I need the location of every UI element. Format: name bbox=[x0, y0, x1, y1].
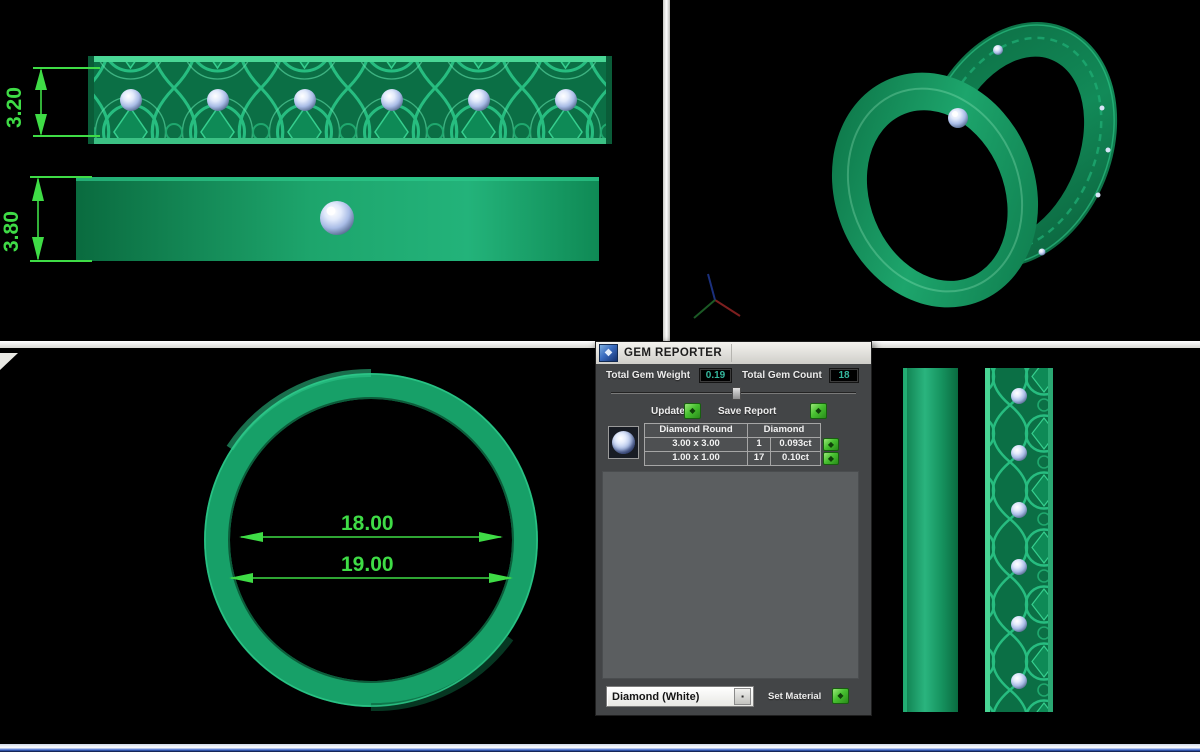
svg-text:3.80: 3.80 bbox=[0, 211, 23, 252]
plain-ring-gem bbox=[948, 108, 968, 128]
gem-thumbnail bbox=[608, 426, 639, 459]
viewport-front-view[interactable]: 3.20 3.80 bbox=[0, 0, 663, 341]
row-action-button[interactable]: ◆ bbox=[823, 438, 839, 451]
svg-text:18.00: 18.00 bbox=[341, 512, 394, 535]
set-material-button[interactable]: ◆ bbox=[832, 688, 849, 704]
plain-band-side bbox=[903, 368, 958, 712]
slider-handle[interactable] bbox=[732, 387, 741, 400]
viewport-divider-vertical[interactable] bbox=[663, 0, 670, 341]
table-row-weight[interactable]: 0.10ct bbox=[770, 451, 821, 466]
total-gem-count-value: 18 bbox=[829, 368, 859, 383]
table-header-gem-type: Diamond Round bbox=[644, 423, 748, 438]
table-header-gem: Diamond bbox=[747, 423, 821, 438]
gem-reporter-dialog: ◆ GEM REPORTER Total Gem Weight 0.19 Tot… bbox=[595, 341, 872, 716]
dialog-titlebar[interactable]: ◆ GEM REPORTER bbox=[596, 342, 871, 364]
table-row-count[interactable]: 17 bbox=[747, 451, 771, 466]
dropdown-arrow-icon[interactable]: ▪ bbox=[734, 688, 751, 705]
total-gem-weight-label: Total Gem Weight bbox=[606, 370, 690, 381]
save-report-button[interactable]: ◆ bbox=[810, 403, 827, 419]
viewport-perspective-view[interactable] bbox=[670, 0, 1200, 341]
gem-sparkle bbox=[327, 207, 336, 216]
svg-text:19.00: 19.00 bbox=[341, 553, 394, 576]
perspective-canvas bbox=[670, 0, 1200, 341]
svg-text:3.20: 3.20 bbox=[3, 87, 26, 128]
table-row-size[interactable]: 3.00 x 3.00 bbox=[644, 437, 748, 452]
material-dropdown[interactable]: Diamond (White) ▪ bbox=[606, 686, 754, 707]
top-view-canvas: 18.00 19.00 bbox=[0, 348, 663, 745]
material-dropdown-value: Diamond (White) bbox=[612, 691, 699, 703]
pattern-band-front bbox=[88, 56, 612, 144]
report-empty-area bbox=[602, 471, 859, 679]
viewport-top-view[interactable]: 18.00 19.00 bbox=[0, 348, 663, 745]
dimension-band-width: 3.20 bbox=[3, 68, 100, 136]
cad-workspace: 3.20 3.80 bbox=[0, 0, 1200, 752]
row-action-button[interactable]: ◆ bbox=[823, 452, 839, 465]
titlebar-separator bbox=[731, 344, 732, 362]
save-report-label: Save Report bbox=[718, 406, 776, 417]
pattern-band-side bbox=[985, 368, 1053, 712]
dialog-title: GEM REPORTER bbox=[624, 347, 722, 359]
update-button[interactable]: ◆ bbox=[684, 403, 701, 419]
corner-mark bbox=[0, 353, 18, 370]
table-row-size[interactable]: 1.00 x 1.00 bbox=[644, 451, 748, 466]
gem-preview-icon bbox=[612, 431, 635, 454]
total-gem-weight-value: 0.19 bbox=[699, 368, 732, 383]
update-label: Update bbox=[651, 406, 685, 417]
center-gem bbox=[320, 201, 354, 235]
total-gem-count-label: Total Gem Count bbox=[742, 370, 822, 381]
axis-gizmo-icon bbox=[694, 274, 740, 318]
front-view-canvas: 3.20 3.80 bbox=[0, 0, 663, 341]
gem-sparkle bbox=[952, 111, 958, 117]
table-row-count[interactable]: 1 bbox=[747, 437, 771, 452]
table-row-weight[interactable]: 0.093ct bbox=[770, 437, 821, 452]
set-material-label: Set Material bbox=[768, 691, 821, 702]
window-bottom-edge bbox=[0, 744, 1200, 752]
gem-dialog-icon: ◆ bbox=[599, 344, 618, 362]
